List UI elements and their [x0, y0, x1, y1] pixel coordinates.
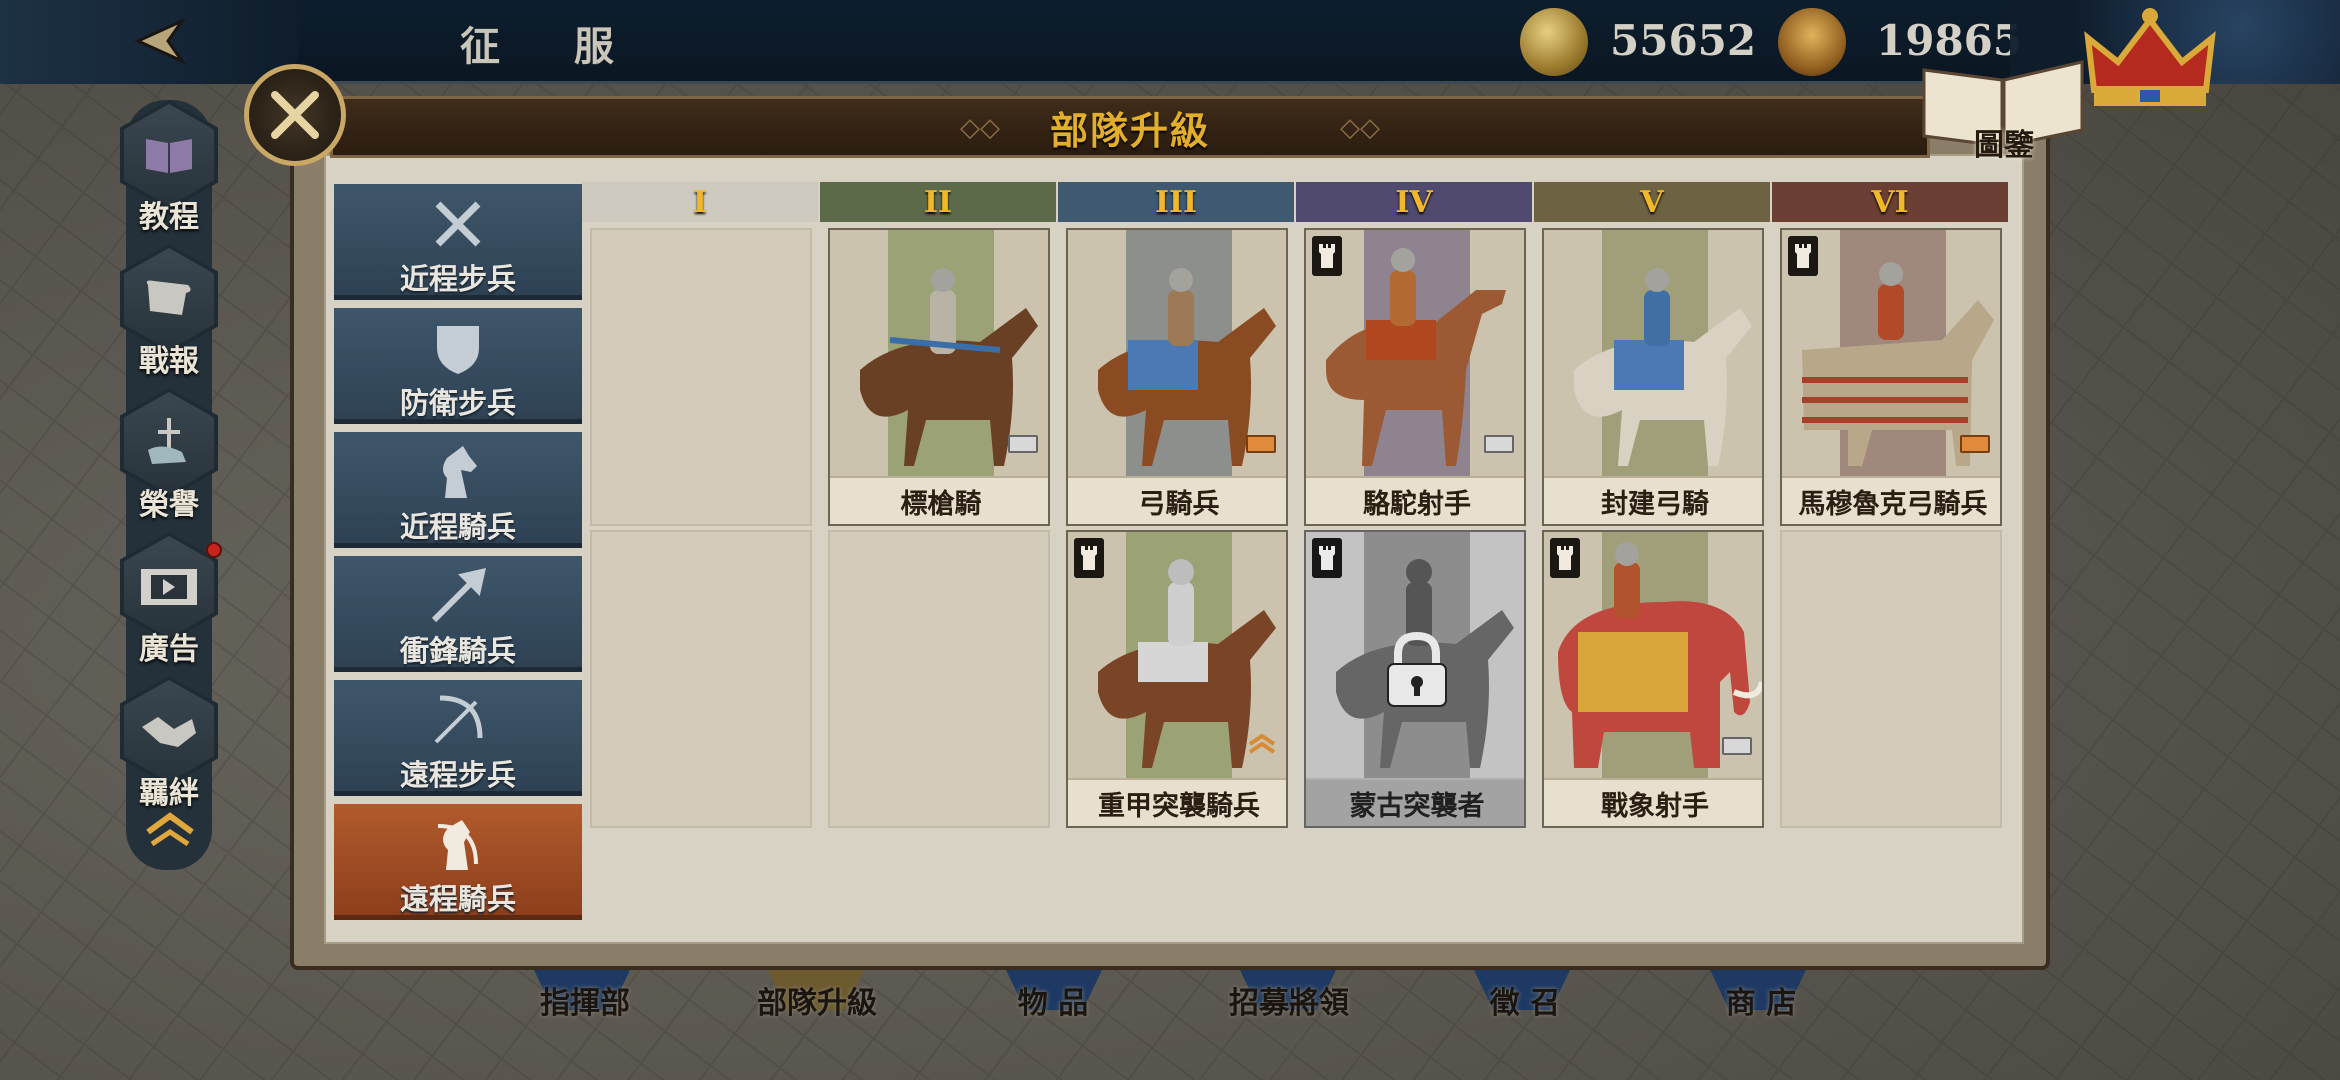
tier-header-6: VI — [1772, 182, 2008, 222]
tier-header-5: V — [1534, 182, 1770, 222]
sidebar-item-label: 戰報 — [139, 344, 199, 379]
unit-card-mamluk-horse-archer[interactable]: 馬穆魯克弓騎兵 — [1780, 228, 2002, 526]
lock-icon — [1387, 632, 1447, 707]
nav-recruit-generals[interactable]: 招募將領 — [1204, 978, 1374, 1022]
unit-name: 馬穆魯克弓騎兵 — [1782, 476, 2000, 524]
castle-tower-icon — [1788, 236, 1818, 276]
sidebar-item-honor[interactable]: 榮譽 — [120, 388, 218, 528]
sidebar-item-tutorial[interactable]: 教程 — [120, 100, 218, 240]
horse-archer-icon — [428, 814, 488, 874]
sidebar-item-label: 羈絆 — [139, 776, 199, 811]
category-list: 近程步兵 防衛步兵 近程騎兵 衝鋒騎兵 遠程步兵 遠程騎兵 — [334, 184, 582, 924]
nav-unit-upgrade[interactable]: 部隊升級 — [732, 978, 902, 1022]
sidebar: 教程 戰報 榮譽 廣告 羈絆 — [120, 100, 222, 870]
unit-card-feudal-horse-archer[interactable]: 封建弓騎 — [1542, 228, 1764, 526]
unit-card-horse-archer[interactable]: 弓騎兵 — [1066, 228, 1288, 526]
unit-card-war-elephant-archer[interactable]: 戰象射手 — [1542, 530, 1764, 828]
unit-name: 重甲突襲騎兵 — [1068, 778, 1286, 826]
category-label: 近程步兵 — [399, 262, 516, 296]
tier-header-1: I — [582, 182, 818, 222]
rank-badge — [1246, 435, 1276, 453]
unit-name: 封建弓騎 — [1544, 476, 1762, 524]
nav-headquarters[interactable]: 指揮部 — [500, 978, 670, 1022]
unit-card-mongol-raider[interactable]: 蒙古突襲者 — [1304, 530, 1526, 828]
rank-badge — [1960, 435, 1990, 453]
category-melee-cavalry[interactable]: 近程騎兵 — [334, 432, 582, 548]
horse-rider-icon — [1574, 268, 1752, 466]
panel-title-banner: 部隊升級 — [330, 96, 1930, 158]
gold-coin-icon — [1520, 8, 1588, 76]
ornament-right-icon: ◇◇ — [1340, 113, 1380, 143]
castle-tower-icon — [1074, 538, 1104, 578]
unit-card-heavy-raider-cavalry[interactable]: 重甲突襲騎兵 — [1066, 530, 1288, 828]
ornament-left-icon: ◇◇ — [960, 113, 1000, 143]
lance-icon — [428, 566, 488, 626]
empty-slot — [590, 530, 812, 828]
castle-tower-icon — [1312, 236, 1342, 276]
sidebar-item-label: 廣告 — [139, 632, 199, 667]
category-label: 近程騎兵 — [399, 510, 516, 544]
panel-title: 部隊升級 — [1049, 107, 1210, 153]
back-arrow-icon — [134, 17, 187, 65]
close-button[interactable] — [244, 64, 346, 166]
sidebar-item-reports[interactable]: 戰報 — [120, 244, 218, 384]
rank-badge — [1008, 435, 1038, 453]
tier-header-2: II — [820, 182, 1056, 222]
tier-header-4: IV — [1296, 182, 1532, 222]
unit-card-javelin-cavalry[interactable]: 標槍騎 — [828, 228, 1050, 526]
codex-label: 圖鑒 — [1974, 128, 2034, 163]
sidebar-item-label: 教程 — [139, 200, 199, 235]
unit-name: 蒙古突襲者 — [1306, 778, 1524, 826]
crown-crest-icon — [1778, 8, 1846, 76]
sidebar-item-label: 榮譽 — [139, 488, 199, 523]
tier-header-3: III — [1058, 182, 1294, 222]
category-label: 防衛步兵 — [399, 386, 516, 420]
category-ranged-infantry[interactable]: 遠程步兵 — [334, 680, 582, 796]
crown-icon[interactable] — [2080, 4, 2220, 114]
castle-tower-icon — [1550, 538, 1580, 578]
category-shock-cavalry[interactable]: 衝鋒騎兵 — [334, 556, 582, 672]
rank-badge — [1484, 435, 1514, 453]
empty-slot — [828, 530, 1050, 828]
rank-chevron-icon — [1248, 733, 1276, 754]
castle-tower-icon — [1312, 538, 1342, 578]
empty-slot — [1780, 530, 2002, 828]
unit-name: 駱駝射手 — [1306, 476, 1524, 524]
notification-dot — [206, 542, 222, 558]
unit-card-camel-archer[interactable]: 駱駝射手 — [1304, 228, 1526, 526]
category-label: 遠程步兵 — [399, 758, 516, 792]
category-melee-infantry[interactable]: 近程步兵 — [334, 184, 582, 300]
unit-name: 標槍騎 — [830, 476, 1048, 524]
category-label: 遠程騎兵 — [399, 882, 516, 916]
crossed-swords-icon — [428, 194, 488, 254]
category-defensive-infantry[interactable]: 防衛步兵 — [334, 308, 582, 424]
nav-items[interactable]: 物 品 — [968, 978, 1138, 1022]
rank-badge — [1722, 737, 1752, 755]
knight-horse-icon — [428, 442, 488, 502]
close-icon — [271, 91, 319, 139]
unit-name: 戰象射手 — [1544, 778, 1762, 826]
sidebar-item-bonds[interactable]: 羈絆 — [120, 676, 218, 816]
back-button[interactable] — [108, 6, 198, 76]
nav-shop[interactable]: 商 店 — [1676, 978, 1846, 1022]
nav-conscription[interactable]: 徵 召 — [1440, 978, 1610, 1022]
sidebar-item-ads[interactable]: 廣告 — [120, 532, 222, 672]
category-label: 衝鋒騎兵 — [399, 634, 516, 668]
bow-icon — [428, 690, 488, 750]
shield-icon — [428, 318, 488, 378]
page-title: 征 服 — [460, 23, 644, 70]
bottom-nav: 指揮部 部隊升級 物 品 招募將領 徵 召 商 店 — [500, 978, 1900, 1038]
category-ranged-cavalry[interactable]: 遠程騎兵 — [334, 804, 582, 920]
unit-name: 弓騎兵 — [1068, 476, 1286, 524]
gold-amount: 55652 — [1610, 16, 1757, 65]
empty-slot — [590, 228, 812, 526]
collapse-chevron-icon[interactable] — [142, 810, 198, 850]
